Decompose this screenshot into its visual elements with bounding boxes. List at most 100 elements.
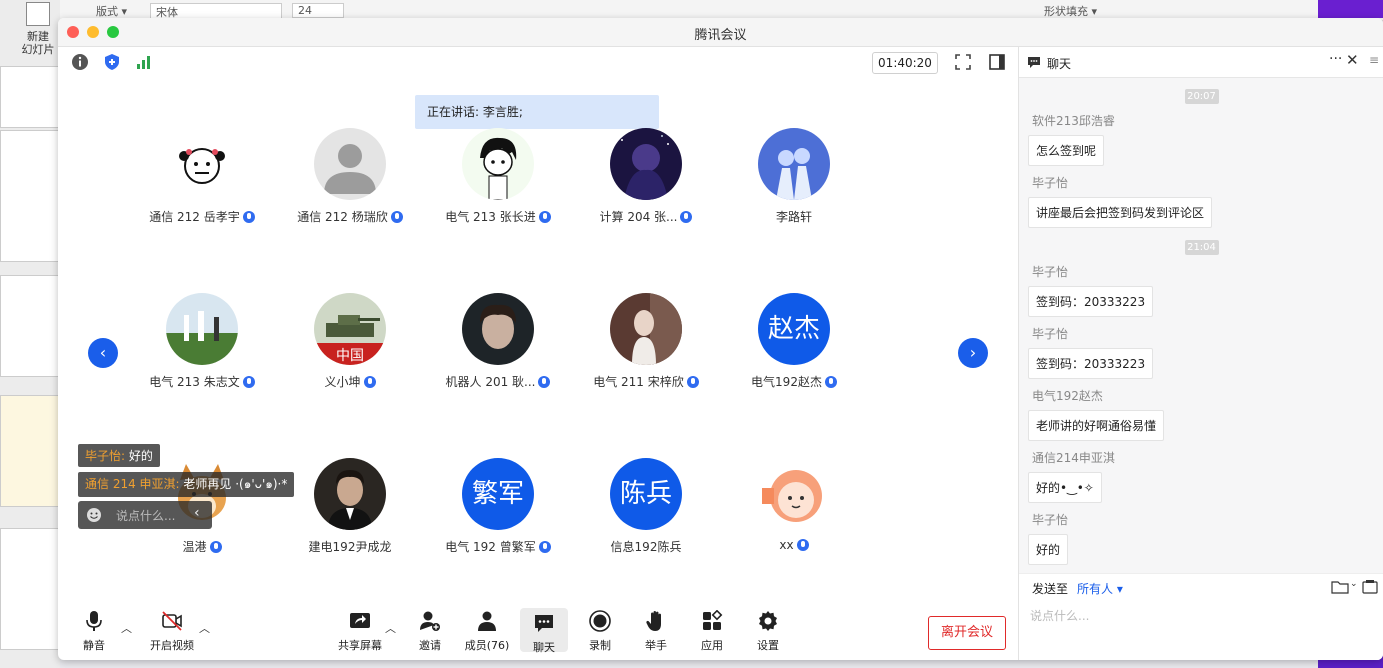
meeting-bottom-bar: 静音 ︿ 开启视频 ︿ 共享屏幕 ︿ 邀请 成员(76) 聊天 录制 举手 应用… xyxy=(58,600,1018,660)
participant-tile[interactable]: 通信 212 岳孝宇 xyxy=(127,128,277,225)
participant-tile[interactable]: 繁军 电气 192 曾繁军 xyxy=(423,458,573,555)
speaking-indicator: 正在讲话: 李言胜; xyxy=(415,95,659,129)
gear-icon xyxy=(759,611,777,631)
window-title: 腾讯会议 xyxy=(694,28,747,43)
fullscreen-icon[interactable] xyxy=(954,53,972,71)
members-button[interactable]: 成员(76) xyxy=(462,610,512,653)
bulletin-icon[interactable] xyxy=(1362,579,1378,595)
layout-panel-icon[interactable] xyxy=(988,53,1006,71)
more-options-icon[interactable]: ··· xyxy=(1329,51,1342,67)
start-video-button[interactable]: 开启视频 xyxy=(148,610,196,653)
video-off-icon xyxy=(162,611,182,631)
participant-tile[interactable]: 赵杰 电气192赵杰 xyxy=(719,293,869,390)
participant-tile[interactable]: 建电192尹成龙 xyxy=(275,458,425,555)
prev-page-button[interactable]: ‹ xyxy=(88,338,118,368)
participant-name: 计算 204 张... xyxy=(599,210,678,224)
ppt-slide-thumb[interactable] xyxy=(0,66,60,128)
chat-message: 好的•‿•✧ xyxy=(1019,466,1383,503)
settings-button[interactable]: 设置 xyxy=(744,610,792,653)
participant-tile[interactable]: 中国 义小坤 xyxy=(275,293,425,390)
participant-avatar xyxy=(758,458,830,530)
chat-title: 聊天 xyxy=(1047,57,1072,71)
meeting-timer: 01:40:20 xyxy=(872,52,938,74)
chat-sender: 通信214申亚淇 xyxy=(1032,451,1115,465)
chevron-down-icon[interactable]: ⌄ xyxy=(1350,579,1358,589)
quick-chat-placeholder: 说点什么... xyxy=(116,509,176,523)
ppt-layout-button[interactable]: 版式 ▾ xyxy=(96,3,127,19)
mic-status-icon xyxy=(824,376,837,388)
participant-name: 建电192尹成龙 xyxy=(308,540,392,554)
mute-button[interactable]: 静音 xyxy=(70,610,118,653)
invite-button[interactable]: 邀请 xyxy=(406,610,454,653)
ppt-slide-thumb[interactable] xyxy=(0,130,60,262)
share-screen-button[interactable]: 共享屏幕 xyxy=(336,610,384,653)
send-to-label: 发送至 xyxy=(1032,582,1069,596)
chat-message-text: 讲座最后会把签到码发到评论区 xyxy=(1028,197,1213,228)
participant-tile[interactable]: 机器人 201 耿... xyxy=(423,293,573,390)
new-slide-icon xyxy=(26,2,50,26)
participant-tile[interactable]: xx xyxy=(719,458,869,552)
participant-name: 信息192陈兵 xyxy=(610,540,682,554)
share-options-chevron-icon[interactable]: ︿ xyxy=(385,620,396,636)
participant-tile[interactable]: 电气 213 张长进 xyxy=(423,128,573,225)
participant-tile[interactable]: 通信 212 杨瑞欣 xyxy=(275,128,425,225)
menu-icon[interactable]: ≡ xyxy=(1369,53,1379,67)
chat-message: 好的 xyxy=(1019,528,1383,565)
participant-name: 电气 213 朱志文 xyxy=(149,375,240,389)
chat-message-text: 老师讲的好啊通俗易懂 xyxy=(1028,410,1165,441)
next-page-button[interactable]: › xyxy=(958,338,988,368)
chat-sender: 毕子怡 xyxy=(1032,176,1069,190)
participant-avatar xyxy=(314,128,386,200)
close-icon[interactable]: ✕ xyxy=(1346,51,1359,69)
ppt-slide-thumb[interactable] xyxy=(0,528,60,650)
leave-meeting-button[interactable]: 离开会议 xyxy=(928,616,1006,650)
participant-avatar xyxy=(462,128,534,200)
participant-avatar: 中国 xyxy=(314,293,386,365)
apps-button[interactable]: 应用 xyxy=(688,609,736,653)
invite-user-icon xyxy=(420,611,440,631)
mic-status-icon xyxy=(363,376,376,388)
participant-name: 电气192赵杰 xyxy=(751,375,822,389)
mic-status-icon xyxy=(538,541,551,553)
info-icon[interactable] xyxy=(71,53,89,71)
participant-avatar xyxy=(166,293,238,365)
title-bar: 腾讯会议 xyxy=(58,18,1383,47)
participant-name: 李路轩 xyxy=(775,210,812,224)
participant-tile[interactable]: 计算 204 张... xyxy=(571,128,721,225)
participant-name: 电气 211 宋梓欣 xyxy=(593,375,684,389)
participant-tile[interactable]: 电气 213 朱志文 xyxy=(127,293,277,390)
folder-icon[interactable] xyxy=(1331,580,1349,594)
record-icon xyxy=(589,610,611,632)
signal-icon[interactable] xyxy=(135,53,153,71)
video-options-chevron-icon[interactable]: ︿ xyxy=(199,620,210,636)
avatar-initials: 繁军 xyxy=(471,479,524,509)
raise-hand-button[interactable]: 举手 xyxy=(632,610,680,653)
ppt-font-size-select[interactable]: 24 xyxy=(292,3,344,18)
chat-button[interactable]: 聊天 xyxy=(520,608,568,654)
mic-status-icon xyxy=(796,539,809,551)
emoji-icon[interactable] xyxy=(86,507,102,523)
ppt-slide-thumb[interactable] xyxy=(0,275,60,377)
mic-status-icon xyxy=(686,376,699,388)
chat-input[interactable]: 说点什么... xyxy=(1030,607,1089,624)
participant-tile[interactable]: 电气 211 宋梓欣 xyxy=(571,293,721,390)
quick-chat-input[interactable]: 说点什么... ‹ xyxy=(78,501,212,529)
chat-message: 签到码：20333223 xyxy=(1019,342,1383,379)
chat-popup-message: 毕子怡: 好的 xyxy=(78,444,160,467)
chat-sender: 毕子怡 xyxy=(1032,327,1069,341)
participant-tile[interactable]: 陈兵 信息192陈兵 xyxy=(571,458,721,555)
mic-status-icon xyxy=(390,211,403,223)
send-to-select[interactable]: 所有人 ▾ xyxy=(1077,580,1123,597)
chat-popup-message: 通信 214 申亚淇: 老师再见 ·(๑'ᴗ'๑)·* xyxy=(78,472,295,497)
record-button[interactable]: 录制 xyxy=(576,610,624,653)
shield-icon[interactable] xyxy=(103,53,121,71)
participant-tile[interactable]: 李路轩 xyxy=(719,128,869,225)
hand-icon xyxy=(646,611,661,631)
participant-avatar xyxy=(610,293,682,365)
mute-options-chevron-icon[interactable]: ︿ xyxy=(121,620,132,636)
collapse-icon[interactable]: ‹ xyxy=(194,505,200,521)
ppt-shape-fill-button[interactable]: 形状填充 ▾ xyxy=(1044,3,1097,19)
ppt-slide-thumb[interactable] xyxy=(0,395,60,507)
chat-message-list: 20:07 软件213邱浩睿 怎么签到呢 毕子怡 讲座最后会把签到码发到评论区 21:04… xyxy=(1019,77,1383,573)
ppt-new-slide-button[interactable]: 新建 幻灯片 xyxy=(18,2,58,56)
